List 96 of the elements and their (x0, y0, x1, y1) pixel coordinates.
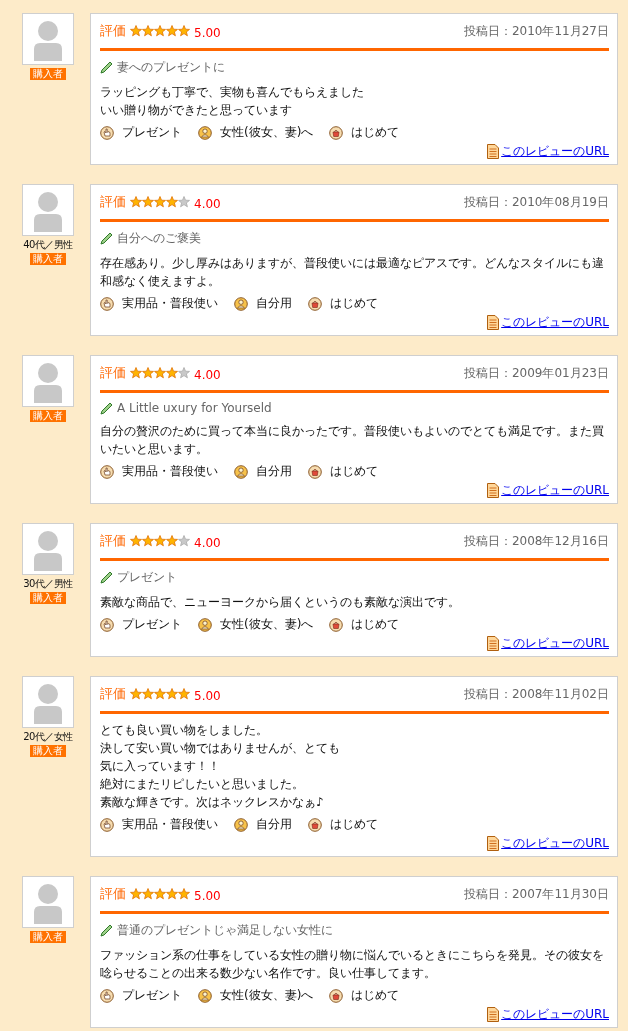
avatar-icon (22, 676, 74, 728)
rating-score: 4.00 (194, 197, 221, 211)
person-icon (234, 817, 248, 832)
avatar-icon (22, 355, 74, 407)
usage-tag: 自分用 (256, 295, 292, 312)
usage-tag: はじめて (330, 463, 378, 480)
pencil-icon (100, 401, 113, 415)
bag-icon (329, 988, 344, 1003)
document-icon (487, 315, 500, 330)
bag-icon (308, 296, 322, 311)
review-text: 自分の贅沢のために買って本当に良かったです。普段使いもよいのでとても満足です。また買いたいと思います。 (100, 423, 605, 458)
review-text: とても良い買い物をしました。 (100, 722, 269, 739)
review-title: 自分へのご褒美 (117, 230, 201, 247)
document-icon (487, 1007, 500, 1022)
pencil-icon (100, 571, 113, 584)
document-icon (487, 483, 500, 498)
usage-tag: プレゼント (122, 616, 182, 633)
rating-score: 5.00 (194, 26, 221, 40)
usage-tag: はじめて (351, 987, 400, 1004)
reviewer-demographic: 20代／女性 (23, 731, 73, 742)
usage-tag: プレゼント (122, 987, 182, 1004)
review-url-link[interactable]: このレビューのURL (501, 314, 609, 331)
review-url-link[interactable]: このレビューのURL (501, 1006, 609, 1023)
avatar-icon (22, 523, 74, 575)
post-date: 投稿日：2008年12月16日 (463, 532, 609, 550)
review-url-link[interactable]: このレビューのURL (501, 482, 609, 499)
usage-tag: 実用品・普段使い (122, 816, 218, 833)
person-icon (198, 988, 212, 1003)
rating-score: 4.00 (194, 536, 221, 550)
usage-tag: 自分用 (256, 816, 292, 833)
buyer-badge: 購入者 (30, 745, 66, 757)
review-title: A Little uxury for Yourseld (117, 401, 272, 415)
post-date: 投稿日：2008年11月02日 (463, 685, 609, 703)
review-text: 決して安い買い物ではありませんが、とても (100, 740, 341, 757)
review-url-link[interactable]: このレビューのURL (501, 143, 609, 160)
avatar-icon (22, 876, 74, 928)
usage-tag: 実用品・普段使い (122, 463, 218, 480)
document-icon (487, 836, 500, 851)
buyer-badge: 購入者 (30, 68, 66, 80)
document-icon (487, 144, 500, 159)
bag-icon (308, 464, 322, 479)
buyer-badge: 購入者 (30, 592, 66, 604)
rating-label: 評価 (100, 22, 126, 40)
rating-label: 評価 (100, 193, 126, 211)
post-date: 投稿日：2007年11月30日 (463, 885, 609, 903)
pencil-icon (100, 232, 113, 245)
review-text: 素敵な輝きです。次はネックレスかなぁ♪ (100, 794, 325, 811)
bag-icon (329, 125, 344, 140)
post-date: 投稿日：2010年08月19日 (463, 193, 609, 211)
person-icon (234, 296, 248, 311)
rating-label: 評価 (100, 885, 126, 903)
document-icon (487, 636, 500, 651)
usage-tag: はじめて (351, 616, 400, 633)
post-date: 投稿日：2009年01月23日 (463, 364, 609, 382)
review-url-link[interactable]: このレビューのURL (501, 635, 609, 652)
pencil-icon (100, 61, 113, 74)
review-url-link[interactable]: このレビューのURL (501, 835, 609, 852)
usage-tag: プレゼント (122, 124, 182, 141)
rating-score: 5.00 (194, 689, 221, 703)
buyer-badge: 購入者 (30, 931, 66, 943)
review-text: いい贈り物ができたと思っています (100, 102, 293, 119)
rating-score: 5.00 (194, 889, 221, 903)
review-title: 妻へのプレゼントに (117, 59, 225, 76)
buyer-badge: 購入者 (30, 410, 66, 422)
review-text: 絶対にまたリピしたいと思いました。 (100, 776, 305, 793)
usage-tag: はじめて (351, 124, 400, 141)
review-text: 存在感あり。少し厚みはありますが、普段使いには最適なピアスです。どんなスタイルにも違和感なく使えますよ。 (100, 255, 605, 290)
usage-tag: はじめて (330, 816, 378, 833)
review-title: プレゼント (117, 569, 177, 586)
usage-tag: 女性(彼女、妻)へ (220, 124, 314, 141)
review-text: ラッピングも丁寧で、実物も喜んでもらえました (100, 84, 365, 101)
rating-label: 評価 (100, 532, 126, 550)
usage-tag: 女性(彼女、妻)へ (220, 987, 314, 1004)
review-text: 気に入っています！！ (100, 758, 221, 775)
reviewer-demographic: 40代／男性 (23, 239, 73, 250)
reviewer-demographic: 30代／男性 (23, 578, 73, 589)
pencil-icon (100, 924, 113, 937)
usage-tag: 女性(彼女、妻)へ (220, 616, 314, 633)
avatar-icon (22, 13, 74, 65)
avatar-icon (22, 184, 74, 236)
post-date: 投稿日：2010年11月27日 (463, 22, 609, 40)
review-title: 普通のプレゼントじゃ満足しない女性に (117, 922, 333, 939)
usage-tag: はじめて (330, 295, 378, 312)
person-icon (198, 125, 212, 140)
review-text: 素敵な商品で、ニューヨークから届くというのも素敵な演出です。 (100, 594, 461, 611)
rating-label: 評価 (100, 685, 126, 703)
person-icon (198, 617, 212, 632)
buyer-badge: 購入者 (30, 253, 66, 265)
usage-tag: 自分用 (256, 463, 292, 480)
person-icon (234, 464, 248, 479)
bag-icon (308, 817, 322, 832)
review-text: ファッション系の仕事をしている女性の贈り物に悩んでいるときにこちらを発見。その彼女を唸らせることの出来る数少ない名作です。良い仕事してます。 (100, 947, 605, 982)
usage-tag: 実用品・普段使い (122, 295, 218, 312)
rating-score: 4.00 (194, 368, 221, 382)
bag-icon (329, 617, 344, 632)
rating-label: 評価 (100, 364, 126, 382)
